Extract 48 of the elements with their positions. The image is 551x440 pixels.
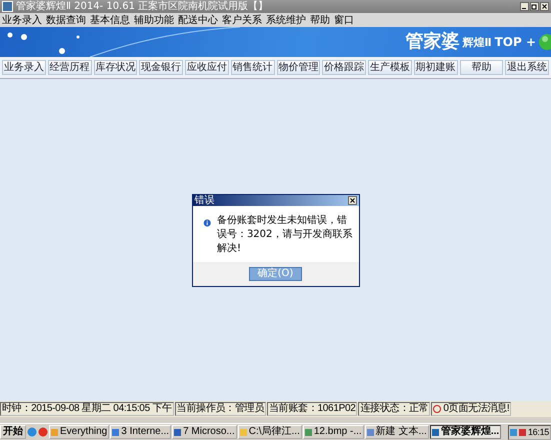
toolbar-button[interactable]: 价格跟踪	[322, 60, 366, 75]
menu-item[interactable]: 窗口	[334, 14, 354, 26]
toolbar-button[interactable]: 应收应付	[185, 60, 229, 75]
close-icon[interactable]	[540, 2, 549, 11]
menu-item[interactable]: 系统维护	[266, 14, 306, 26]
menu-item[interactable]: 配送中心	[178, 14, 218, 26]
taskbar-button[interactable]: C:\局律江...	[238, 425, 302, 439]
menu-item[interactable]: 辅助功能	[134, 14, 174, 26]
status-field: 连接状态：正常	[358, 402, 430, 416]
menu-item[interactable]: 业务录入	[2, 14, 42, 26]
toolbar-button[interactable]: 库存状况	[94, 60, 138, 75]
dialog-title: 错误	[194, 194, 214, 206]
tray-icons-drawing	[510, 428, 526, 436]
taskbar-button[interactable]: 管家婆辉煌...	[430, 425, 502, 439]
toolbar-button[interactable]: 期初建账	[414, 60, 458, 75]
menu-item[interactable]: 帮助	[310, 14, 330, 26]
toolbar-button[interactable]: 经营历程	[48, 60, 92, 75]
toolbar-button[interactable]: 帮助	[460, 60, 504, 75]
toolbar-button[interactable]: 退出系统	[505, 60, 549, 75]
status-field: 时钟：2015-09-08 星期二 04:15:05 下午	[0, 402, 174, 416]
toolbar-button[interactable]: 销售统计	[230, 60, 274, 75]
start-button[interactable]: 开始	[0, 425, 26, 439]
globe-icon	[539, 34, 551, 50]
toolbar-button[interactable]: 物价管理	[276, 60, 320, 75]
menu-item[interactable]: 客户关系	[222, 14, 262, 26]
minimize-icon[interactable]	[520, 2, 529, 11]
close-icon[interactable]	[348, 196, 356, 204]
toolbar-button[interactable]: 现金银行	[139, 60, 183, 75]
app-icon	[2, 1, 13, 12]
taskbar-button[interactable]: 新建 文本...	[364, 425, 429, 439]
window-title: 管家婆辉煌Ⅱ 2014- 10.61 正案市区院南机院试用版【】	[16, 0, 268, 12]
restore-icon[interactable]	[530, 2, 539, 11]
status-field: 当前账套：1061P02	[267, 402, 358, 416]
clock: 16:15	[528, 427, 549, 437]
taskbar-button[interactable]: 7 Microso...	[172, 425, 237, 439]
edition-label: TOP +	[494, 35, 536, 49]
error-message: 备份账套时发生未知错误，错误号：3202，请与开发商联系解决!	[216, 214, 352, 256]
taskbar-button[interactable]: 12.bmp -...	[302, 425, 364, 439]
product-name: 辉煌Ⅱ	[462, 34, 492, 50]
taskbar-button[interactable]: 3 Interne...	[110, 425, 172, 439]
menu-item[interactable]: 数据查询	[46, 14, 86, 26]
menu-item[interactable]: 基本信息	[90, 14, 130, 26]
toolbar-button[interactable]: 生产模板	[368, 60, 412, 75]
toolbar-button[interactable]: 业务录入	[2, 60, 46, 75]
logo-text: 管家婆	[405, 31, 460, 53]
taskbar-button[interactable]: Everything	[49, 425, 110, 439]
status-field: 0页面无法消息!	[431, 402, 512, 416]
status-field: 当前操作员：管理员	[174, 402, 266, 416]
